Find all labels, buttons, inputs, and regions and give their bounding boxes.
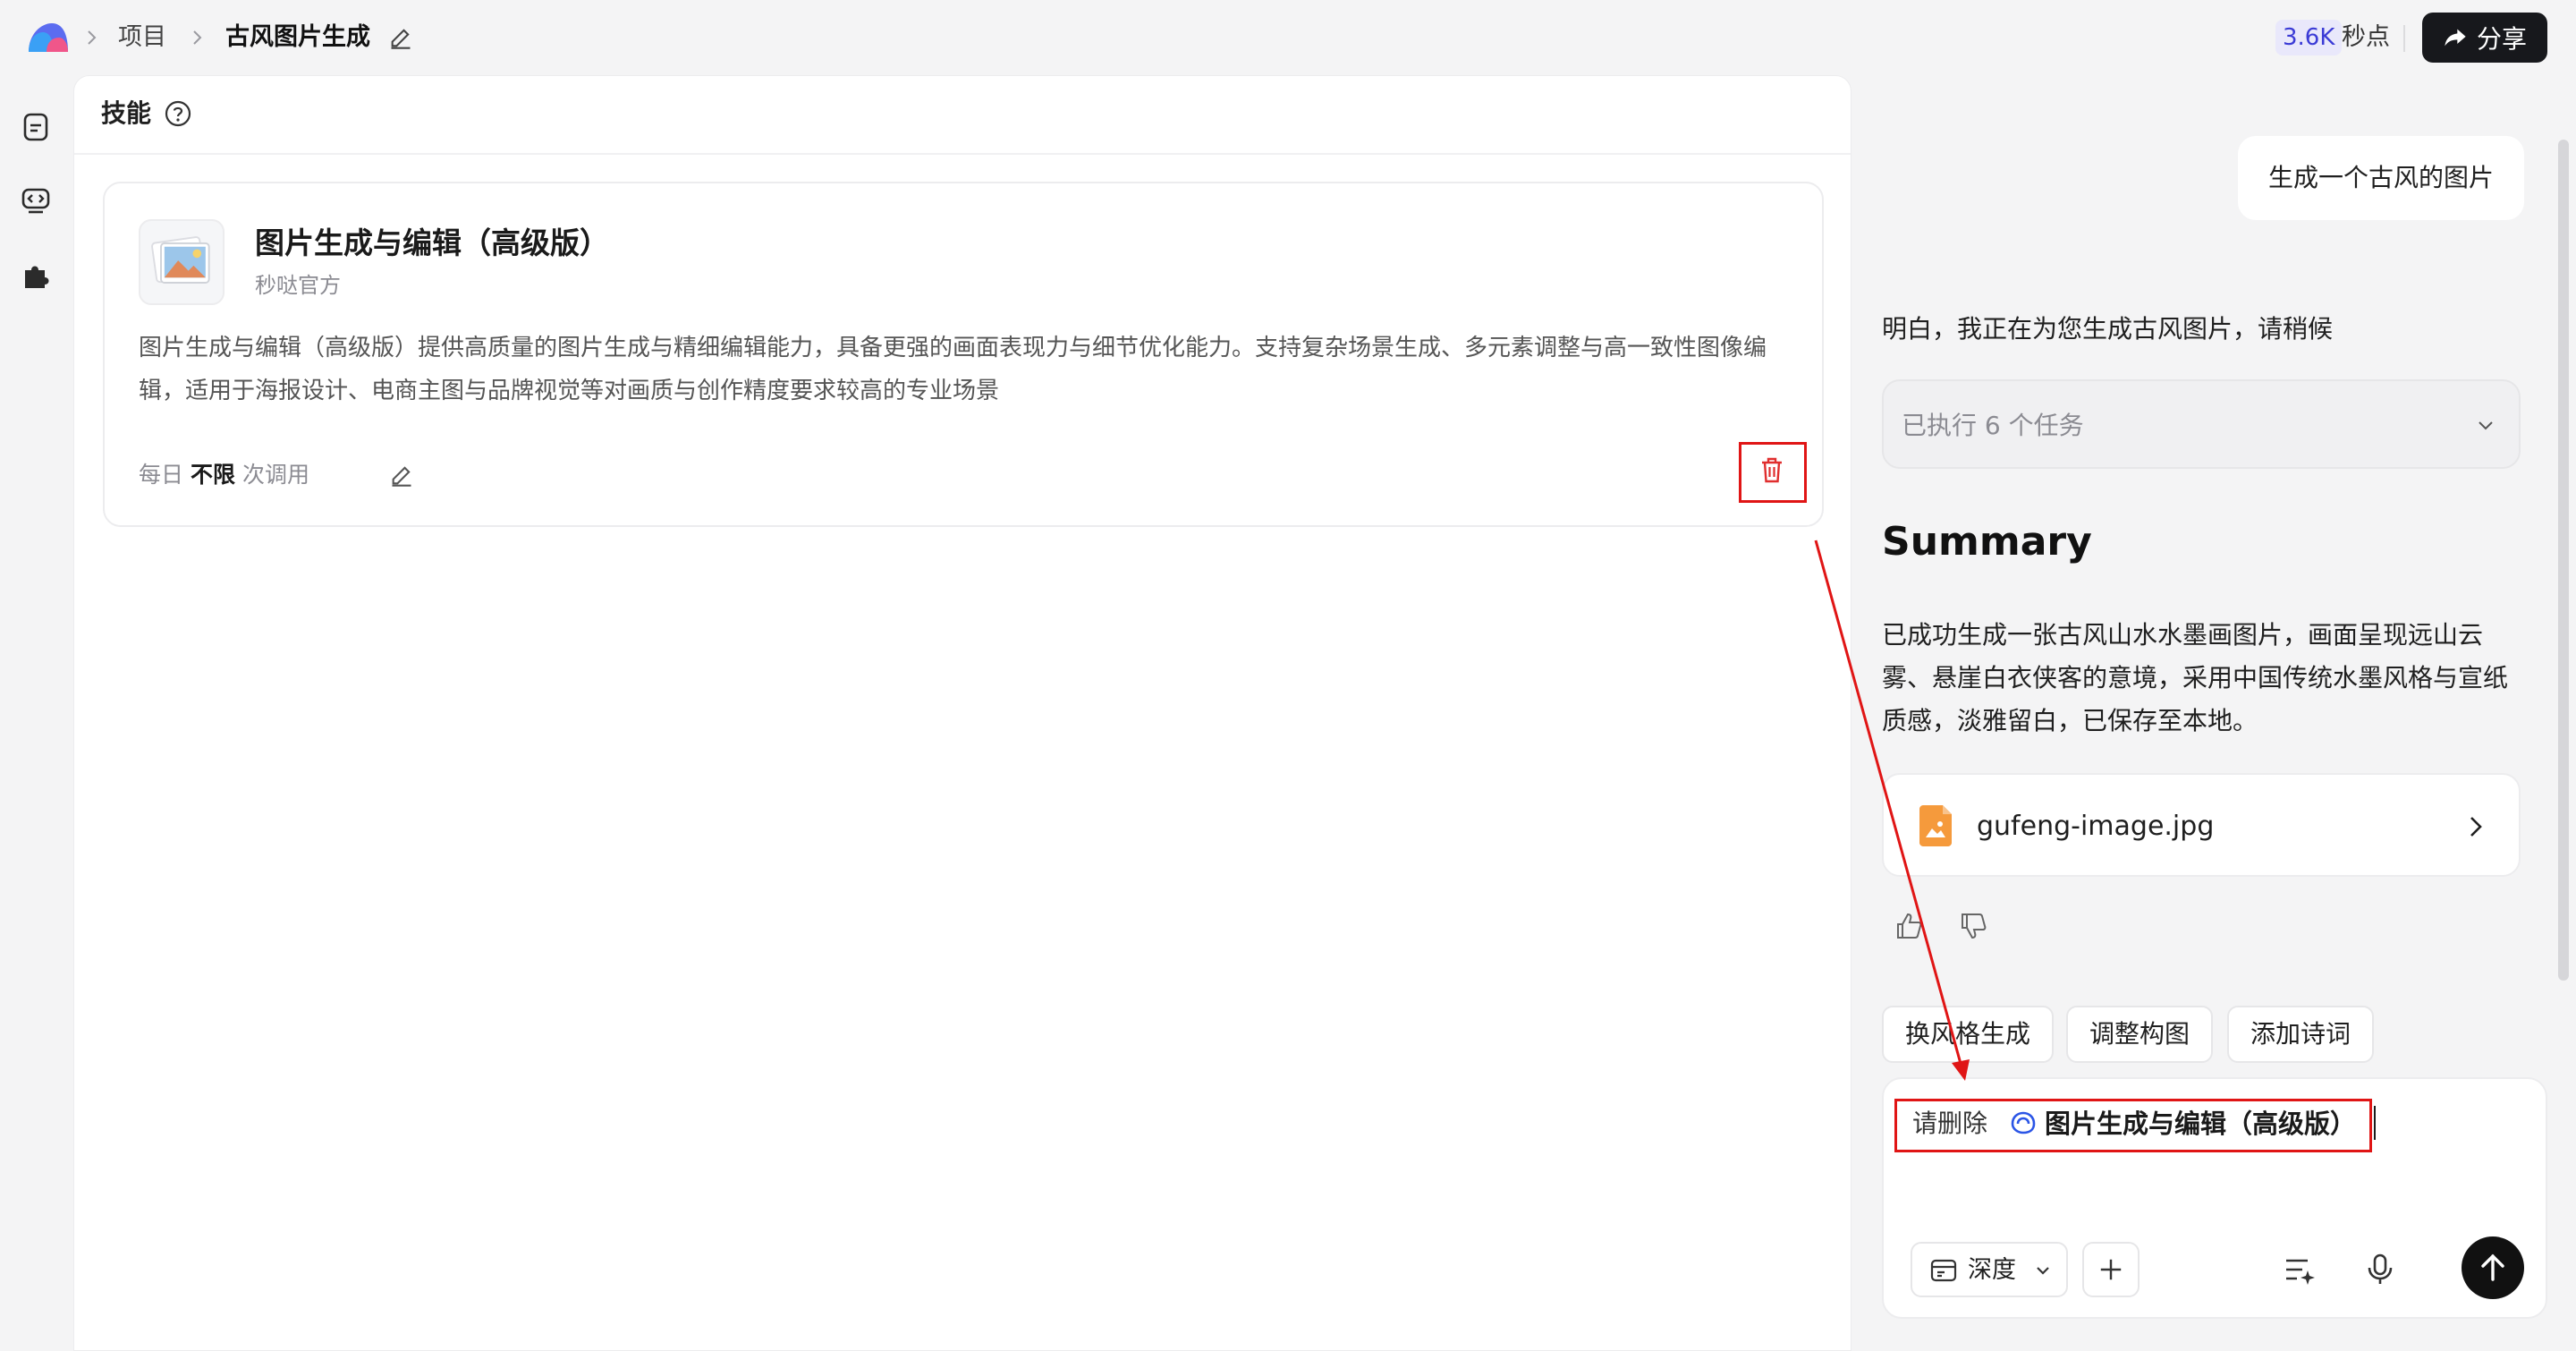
user-message-bubble: 生成一个古风的图片 (2238, 136, 2524, 220)
mode-label: 深度 (1968, 1256, 2016, 1284)
share-label: 分享 (2476, 24, 2527, 54)
top-bar: 项目 古风图片生成 3.6K 秒点 分享 (0, 0, 2576, 75)
edit-quota-icon[interactable] (389, 463, 414, 488)
input-text-prefix: 请删除 (1912, 1109, 1988, 1138)
breadcrumb-project[interactable]: 项目 (118, 21, 166, 54)
file-attachment-card[interactable]: gufeng-image.jpg (1882, 773, 2521, 877)
suggestion-chip[interactable]: 添加诗词 (2227, 1006, 2375, 1063)
thumbs-up-icon[interactable] (1894, 911, 1925, 941)
help-icon[interactable] (164, 99, 192, 128)
add-attachment-button[interactable] (2082, 1242, 2140, 1297)
image-file-icon (1918, 805, 1953, 846)
mentioned-skill-name[interactable]: 图片生成与编辑（高级版） (2045, 1106, 2356, 1142)
chat-scrollbar[interactable] (2558, 140, 2569, 981)
app-logo-icon[interactable] (25, 18, 72, 57)
edit-title-icon[interactable] (388, 25, 413, 50)
quota-prefix: 每日 (139, 462, 184, 488)
skill-name: 图片生成与编辑（高级版） (255, 225, 609, 260)
share-icon (2443, 25, 2468, 50)
share-button[interactable]: 分享 (2422, 13, 2547, 63)
suggestion-chip[interactable]: 调整构图 (2066, 1006, 2214, 1063)
skill-thumbnail-image (139, 219, 225, 305)
skill-mention-icon (2007, 1106, 2039, 1138)
skill-description: 图片生成与编辑（高级版）提供高质量的图片生成与精细编辑能力，具备更强的画面表现力… (139, 335, 1767, 404)
code-preview-icon[interactable] (20, 184, 52, 217)
skill-quota: 每日 不限 次调用 (139, 459, 309, 491)
suggestion-chip[interactable]: 换风格生成 (1882, 1006, 2055, 1063)
skills-panel-header: 技能 (74, 76, 1851, 155)
credits-label: 秒点 (2342, 23, 2390, 51)
text-caret (2374, 1106, 2376, 1140)
credits-badge: 3.6K (2275, 20, 2343, 55)
document-icon[interactable] (20, 111, 52, 143)
skills-panel: 技能 图片生成与编辑（高级版） 秒哒官方 图片生成与编辑（高级版）提供高质量的图… (73, 75, 1852, 1351)
chevron-right-icon (80, 27, 102, 48)
summary-heading: Summary (1882, 519, 2092, 565)
plugin-icon[interactable] (20, 259, 52, 292)
microphone-icon[interactable] (2363, 1253, 2397, 1287)
assistant-reply: 明白，我正在为您生成古风图片，请稍候 (1882, 314, 2334, 344)
mode-icon (1930, 1258, 1957, 1283)
tasks-label: 已执行 6 个任务 (1902, 411, 2084, 440)
skill-card[interactable]: 图片生成与编辑（高级版） 秒哒官方 图片生成与编辑（高级版）提供高质量的图片生成… (103, 182, 1824, 527)
arrow-up-icon (2481, 1253, 2504, 1281)
file-name: gufeng-image.jpg (1977, 811, 2215, 842)
divider (2403, 25, 2405, 52)
chevron-down-icon (2472, 412, 2499, 438)
breadcrumb-current: 古风图片生成 (225, 23, 370, 51)
chevron-down-icon (2032, 1260, 2054, 1281)
quota-suffix: 次调用 (242, 462, 309, 488)
quota-value: 不限 (190, 462, 235, 488)
mode-select[interactable]: 深度 (1911, 1242, 2068, 1297)
chevron-right-icon (2460, 811, 2492, 843)
thumbs-down-icon[interactable] (1959, 911, 1989, 941)
delete-highlight-box (1739, 442, 1807, 503)
tasks-summary-toggle[interactable]: 已执行 6 个任务 (1882, 379, 2521, 469)
send-button[interactable] (2462, 1236, 2524, 1299)
summary-text: 已成功生成一张古风山水水墨画图片，画面呈现远山云雾、悬崖白衣侠客的意境，采用中国… (1882, 620, 2509, 735)
plus-icon (2100, 1259, 2122, 1280)
skills-title: 技能 (101, 98, 152, 128)
skill-author: 秒哒官方 (255, 273, 341, 298)
prompt-enhance-icon[interactable] (2283, 1253, 2317, 1287)
chevron-right-icon (186, 27, 208, 48)
